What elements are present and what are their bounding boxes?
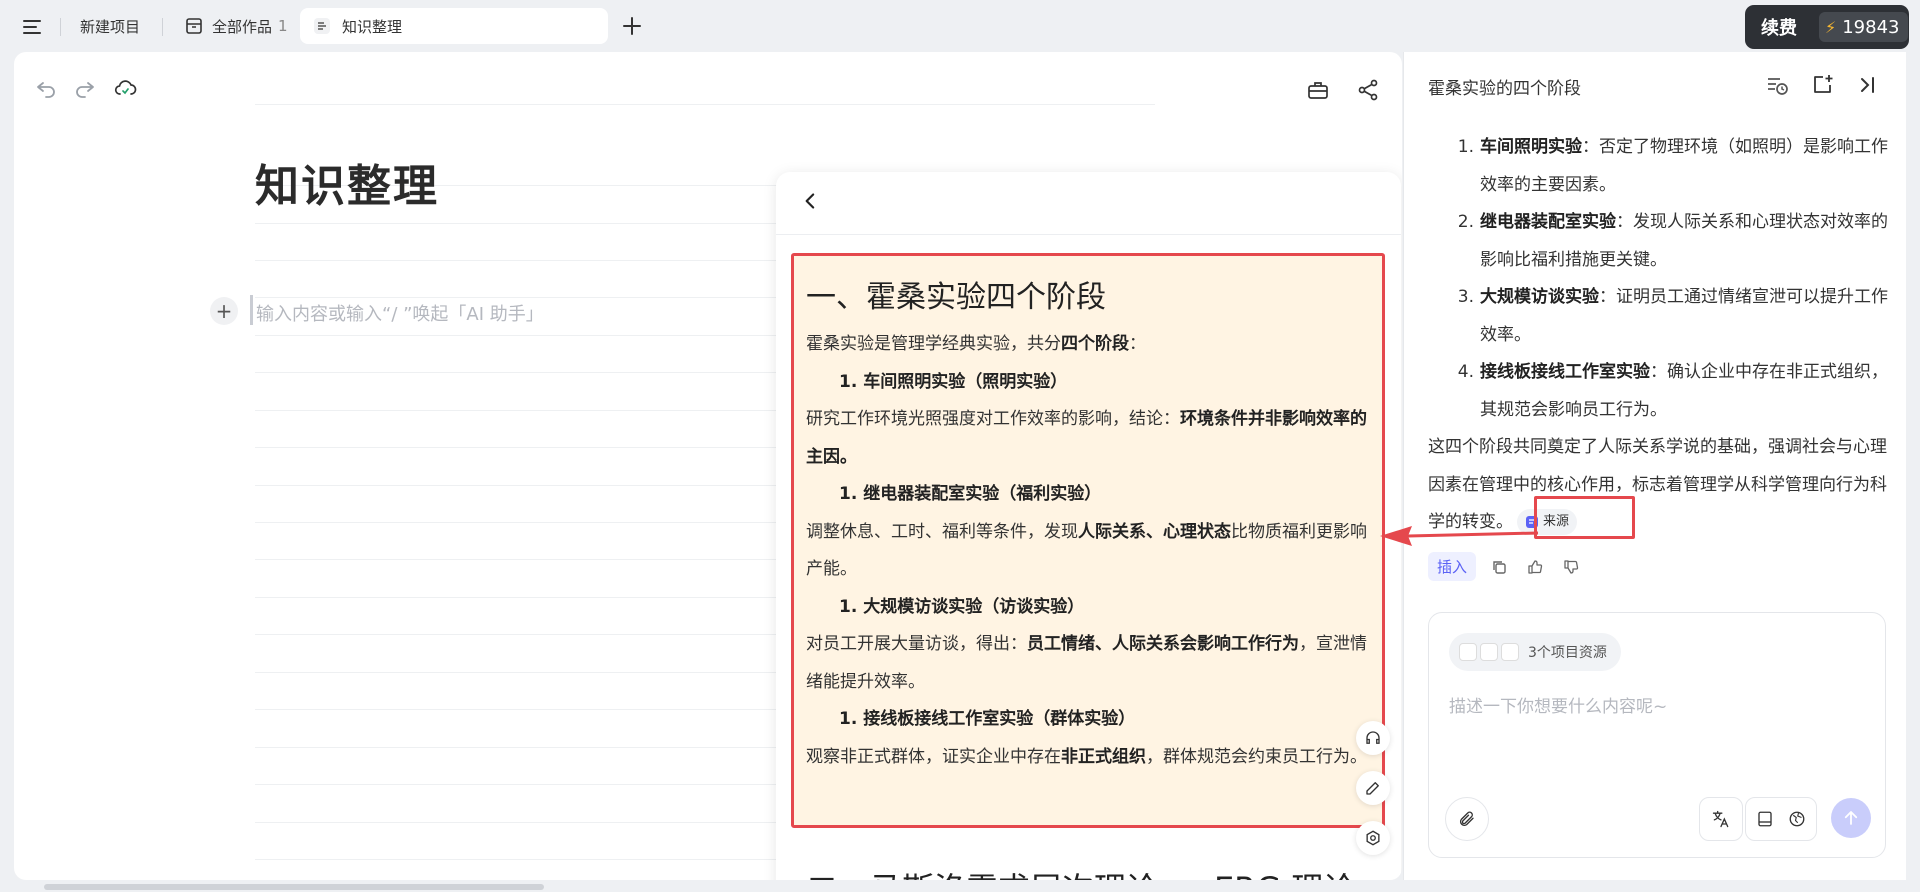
lightning-icon: ⚡ — [1825, 17, 1837, 37]
highlighted-section: 一、霍桑实验四个阶段 霍桑实验是管理学经典实验，共分四个阶段： 1. 车间照明实… — [791, 253, 1385, 828]
renew-button[interactable]: 续费 ⚡ 19843 — [1745, 5, 1909, 49]
tab-separator — [60, 18, 61, 36]
edit-icon[interactable] — [1356, 771, 1390, 805]
chat-composer: 3个项目资源 — [1428, 612, 1886, 858]
new-chat-icon[interactable] — [1810, 72, 1836, 98]
knowledge-card: 一、霍桑实验四个阶段 霍桑实验是管理学经典实验，共分四个阶段： 1. 车间照明实… — [776, 172, 1401, 880]
answer-list-item: 1. 车间照明实验：否定了物理环境（如照明）是影响工作效率的主要因素。 — [1457, 137, 1888, 195]
settings-icon[interactable] — [1356, 821, 1390, 855]
answer-summary: 这四个阶段共同奠定了人际关系学说的基础，强调社会与心理因素在管理中的核心作用，标… — [1428, 429, 1888, 542]
tab-bar: 新建项目 全部作品 1 知识整理 续费 ⚡ 19843 — [0, 0, 1920, 52]
web-search-icon — [1789, 811, 1805, 827]
tab-knowledge[interactable]: 知识整理 — [300, 8, 608, 44]
send-button[interactable] — [1831, 798, 1871, 838]
thumbs-up-icon[interactable] — [1522, 554, 1548, 580]
mode-toggle-group[interactable] — [1745, 797, 1817, 841]
knowledge-base-icon — [1758, 811, 1772, 827]
archive-icon — [186, 18, 202, 34]
redo-icon[interactable] — [73, 76, 97, 100]
chat-input[interactable] — [1449, 697, 1867, 717]
paperclip-icon — [1460, 811, 1474, 826]
add-tab-icon[interactable] — [620, 14, 644, 38]
stage-heading: 1. 车间照明实验（照明实验） — [839, 371, 1068, 392]
answer-list-item: 3. 大规模访谈实验：证明员工通过情绪宣泄可以提升工作效率。 — [1457, 287, 1888, 345]
credits-value: 19843 — [1842, 16, 1900, 38]
stage-heading: 1. 继电器装配室实验（福利实验） — [839, 484, 1102, 504]
undo-icon[interactable] — [34, 76, 58, 100]
card-divider — [776, 234, 1401, 235]
toolbox-icon[interactable] — [1306, 78, 1330, 102]
answer-actions: 插入 — [1428, 552, 1584, 581]
share-icon[interactable] — [1356, 78, 1380, 102]
tab-new-project[interactable]: 新建项目 — [68, 8, 152, 44]
works-count: 1 — [278, 17, 288, 35]
section-heading: 一、霍桑实验四个阶段 — [806, 280, 1106, 315]
headset-icon[interactable] — [1356, 721, 1390, 755]
ai-answer: 1. 车间照明实验：否定了物理环境（如照明）是影响工作效率的主要因素。 2. 继电器… — [1428, 129, 1888, 542]
document-title[interactable]: 知识整理 — [255, 150, 439, 214]
cloud-saved-icon[interactable] — [113, 76, 137, 100]
resources-label: 3个项目资源 — [1528, 645, 1607, 661]
credits-badge: ⚡ 19843 — [1819, 12, 1908, 42]
thumbs-down-icon[interactable] — [1558, 554, 1584, 580]
stage-paragraph: 对员工开展大量访谈，得出：员工情绪、人际关系会影响工作行为，宣泄情绪能提升效率。 — [806, 634, 1367, 692]
tab-separator — [162, 18, 163, 36]
horizontal-scrollbar[interactable] — [44, 884, 544, 890]
tab-label: 新建项目 — [80, 17, 141, 36]
editor-placeholder[interactable]: 输入内容或输入“/ ”唤起「AI 助手」 — [256, 300, 544, 326]
tab-label: 全部作品 — [212, 17, 273, 36]
copy-icon[interactable] — [1486, 554, 1512, 580]
stage-paragraph: 观察非正式群体，证实企业中存在非正式组织，群体规范会约束员工行为。 — [806, 746, 1367, 767]
arrow-up-icon — [1844, 811, 1858, 825]
add-block-button[interactable]: + — [210, 297, 238, 325]
editor-panel: 知识整理 + 输入内容或输入“/ ”唤起「AI 助手」 一、霍桑实验四个阶段 霍… — [14, 52, 1402, 880]
annotation-box — [1534, 496, 1635, 539]
text-caret — [250, 295, 253, 325]
document-icon — [314, 18, 330, 34]
renew-label: 续费 — [1761, 18, 1797, 39]
tab-all-works[interactable]: 全部作品 1 — [172, 8, 300, 44]
resource-thumbnails — [1459, 643, 1522, 661]
answer-list-item: 2. 继电器装配室实验：发现人际关系和心理状态对效率的影响比福利措施更关键。 — [1457, 212, 1888, 270]
stage-paragraph: 研究工作环境光照强度对工作效率的影响，结论：环境条件并非影响效率的主因。 — [806, 409, 1367, 467]
collapse-panel-icon[interactable] — [1854, 72, 1880, 98]
back-icon[interactable] — [798, 188, 824, 214]
ai-panel-title: 霍桑实验的四个阶段 — [1428, 79, 1581, 99]
translate-button[interactable] — [1699, 797, 1743, 841]
insert-button[interactable]: 插入 — [1428, 552, 1477, 581]
stage-paragraph: 调整休息、工时、福利等条件，发现人际关系、心理状态比物质福利更影响产能。 — [806, 521, 1367, 580]
next-section-heading: 二、马斯洛需求层次理论 vs ERG 理论 — [806, 864, 1355, 880]
answer-list-item: 4. 接线板接线工作室实验：确认企业中存在非正式组织，其规范会影响员工行为。 — [1457, 362, 1888, 420]
attach-button[interactable] — [1445, 797, 1489, 841]
ai-assistant-panel: 霍桑实验的四个阶段 1. 车间照明实验：否定了物理环境（如照明）是影响工作效率的主… — [1403, 52, 1906, 880]
intro-paragraph: 霍桑实验是管理学经典实验，共分四个阶段： — [806, 334, 1146, 354]
stage-heading: 1. 接线板接线工作室实验（群体实验） — [839, 709, 1136, 729]
tab-label: 知识整理 — [342, 17, 403, 36]
history-icon[interactable] — [1764, 72, 1790, 98]
stage-heading: 1. 大规模访谈实验（访谈实验） — [839, 596, 1085, 617]
translate-icon — [1712, 810, 1729, 828]
project-resources-chip[interactable]: 3个项目资源 — [1449, 633, 1621, 671]
menu-icon[interactable] — [20, 15, 44, 39]
